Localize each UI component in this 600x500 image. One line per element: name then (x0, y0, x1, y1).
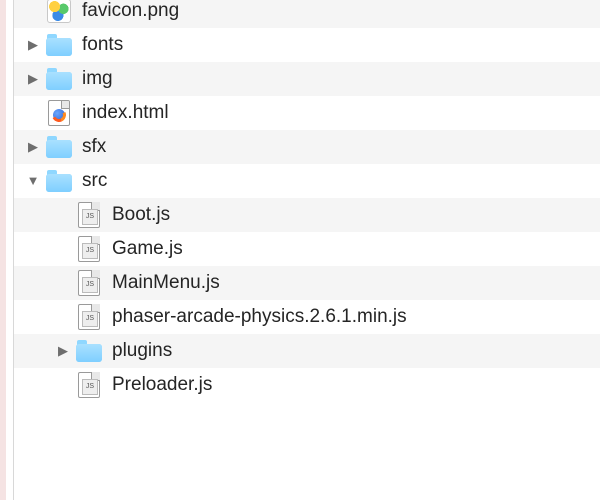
tree-item-label: favicon.png (82, 0, 179, 22)
disclosure-triangle-closed-icon[interactable]: ▶ (24, 138, 42, 156)
folder-img[interactable]: ▶ img (14, 62, 600, 96)
tree-item-label: Game.js (112, 238, 183, 260)
disclosure-triangle-closed-icon[interactable]: ▶ (54, 342, 72, 360)
tree-item-label: Boot.js (112, 204, 170, 226)
tree-item-label: sfx (82, 136, 106, 158)
tree-item-label: plugins (112, 340, 172, 362)
disclosure-triangle-closed-icon[interactable]: ▶ (24, 36, 42, 54)
folder-icon (46, 66, 72, 92)
folder-icon (76, 338, 102, 364)
file-favicon-png[interactable]: favicon.png (14, 0, 600, 28)
folder-src[interactable]: ▼ src (14, 164, 600, 198)
tree-item-label: Preloader.js (112, 374, 212, 396)
file-tree-panel: favicon.png ▶ fonts ▶ img index.html ▶ sfx ▼ srcB… (13, 0, 600, 500)
file-boot-js[interactable]: Boot.js (14, 198, 600, 232)
js-file-icon (76, 236, 102, 262)
html-file-icon (46, 100, 72, 126)
js-file-icon (76, 304, 102, 330)
image-thumbnail-icon (46, 0, 72, 24)
tree-item-label: src (82, 170, 107, 192)
folder-icon (46, 168, 72, 194)
file-game-js[interactable]: Game.js (14, 232, 600, 266)
tree-item-label: img (82, 68, 113, 90)
folder-icon (46, 32, 72, 58)
js-file-icon (76, 372, 102, 398)
tree-item-label: fonts (82, 34, 123, 56)
tree-item-label: MainMenu.js (112, 272, 220, 294)
file-index-html[interactable]: index.html (14, 96, 600, 130)
folder-sfx[interactable]: ▶ sfx (14, 130, 600, 164)
folder-icon (46, 134, 72, 160)
folder-plugins[interactable]: ▶ plugins (14, 334, 600, 368)
disclosure-triangle-closed-icon[interactable]: ▶ (24, 70, 42, 88)
file-mainmenu-js[interactable]: MainMenu.js (14, 266, 600, 300)
file-phaser-arcade-physics-min-js[interactable]: phaser-arcade-physics.2.6.1.min.js (14, 300, 600, 334)
js-file-icon (76, 202, 102, 228)
tree-item-label: index.html (82, 102, 169, 124)
file-preloader-js[interactable]: Preloader.js (14, 368, 600, 402)
folder-fonts[interactable]: ▶ fonts (14, 28, 600, 62)
tree-item-label: phaser-arcade-physics.2.6.1.min.js (112, 306, 407, 328)
disclosure-triangle-open-icon[interactable]: ▼ (24, 172, 42, 190)
js-file-icon (76, 270, 102, 296)
